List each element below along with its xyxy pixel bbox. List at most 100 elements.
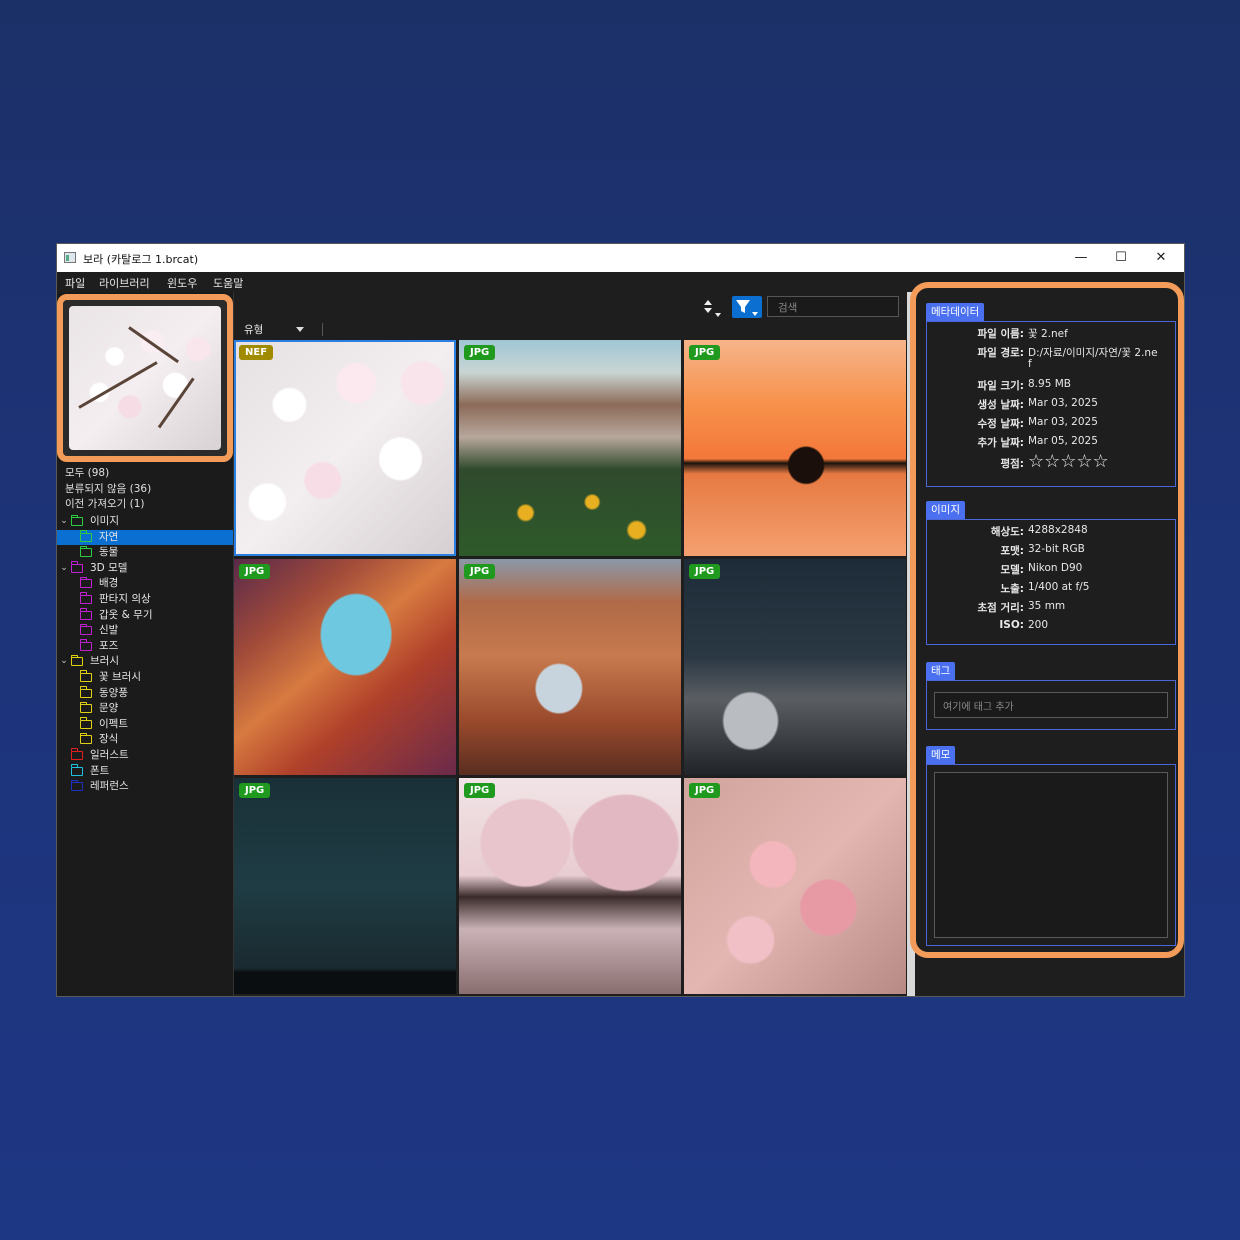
metadata-value: D:/자료/이미지/자연/꽃 2.ne: [1028, 347, 1158, 359]
image-section-tab[interactable]: 이미지: [926, 501, 965, 519]
tree-item-label: 브러시: [90, 655, 119, 668]
library-previous-import[interactable]: 이전 가져오기 (1): [65, 497, 151, 513]
chevron-down-icon[interactable]: ⌄: [59, 654, 69, 670]
tree-item[interactable]: 동물: [57, 545, 233, 561]
image_info-value: 4288x2848: [1028, 524, 1088, 536]
thumbnail-rock-arch[interactable]: JPG: [459, 559, 681, 775]
tree-item[interactable]: 일러스트: [57, 748, 233, 764]
tree-item-label: 일러스트: [90, 748, 129, 761]
menu-library[interactable]: 라이브러리: [99, 275, 150, 291]
tree-item[interactable]: 신발: [57, 623, 233, 639]
window-title: 보라 (카탈로그 1.brcat): [83, 253, 199, 266]
sidebar: 모두 (98) 분류되지 않음 (36) 이전 가져오기 (1) ⌄ 이미지 자연동…: [57, 292, 234, 996]
tree-item[interactable]: 문양: [57, 701, 233, 717]
format-badge: JPG: [239, 564, 271, 579]
tree-item[interactable]: 레퍼런스: [57, 779, 233, 795]
tree-item[interactable]: 동양풍: [57, 686, 233, 702]
folder-icon: [70, 779, 83, 792]
thumbnail-mountain-meadow[interactable]: JPG: [459, 340, 681, 556]
menu-help[interactable]: 도움말: [213, 275, 243, 291]
image_info-key: 모델:: [1000, 564, 1024, 576]
maximize-button[interactable]: ☐: [1103, 248, 1139, 268]
filter-icon: [736, 300, 758, 316]
tree-item[interactable]: 배경: [57, 576, 233, 592]
thumbnail-pink-blossom[interactable]: JPG: [684, 778, 906, 994]
metadata-key: 추가 날짜:: [977, 437, 1025, 449]
tree-item-label: 레퍼런스: [90, 780, 129, 793]
folder-icon: [79, 576, 92, 589]
type-filter-dropdown[interactable]: 유형: [244, 322, 304, 337]
memo-section-tab[interactable]: 메모: [926, 746, 956, 764]
preview-highlight: [57, 294, 233, 462]
library-list: 모두 (98) 분류되지 않음 (36) 이전 가져오기 (1): [65, 466, 151, 513]
content-area: 검색 유형 NEF JPG JPG JPG JPG JPG JPG JPG JPG: [234, 292, 907, 996]
metadata-key: 파일 크기:: [977, 380, 1025, 392]
menu-file[interactable]: 파일: [65, 275, 85, 291]
folder-icon: [79, 717, 92, 729]
tags-section-tab[interactable]: 태그: [926, 662, 956, 680]
metadata-value: Mar 03, 2025: [1028, 397, 1098, 409]
rating-stars[interactable]: ☆☆☆☆☆: [1028, 451, 1109, 472]
folder-tree: ⌄ 이미지 자연 동물 ⌄ 3D 모델 배경 판타지 의상 갑옷 & 무기 신발 포즈 ⌄ 브러시 꽃 브…: [57, 514, 233, 795]
library-all[interactable]: 모두 (98): [65, 466, 151, 482]
tree-item[interactable]: 꽃 브러시: [57, 670, 233, 686]
metadata-value: 8.95 MB: [1028, 378, 1071, 390]
tree-item-label: 포즈: [99, 639, 119, 652]
tree-item[interactable]: 갑옷 & 무기: [57, 608, 233, 624]
tree-item-label: 자연: [99, 530, 119, 543]
metadata-value: Mar 03, 2025: [1028, 416, 1098, 428]
tree-item[interactable]: ⌄ 브러시: [57, 654, 233, 670]
thumbnail-cherry-blossom[interactable]: NEF: [234, 340, 456, 556]
folder-icon: [70, 748, 83, 760]
folder-icon: [79, 545, 92, 558]
metadata-value-wrap: f: [1028, 358, 1032, 370]
metadata-value: Mar 05, 2025: [1028, 435, 1098, 447]
toolbar-divider: [322, 323, 323, 336]
tree-item-label: 3D 모델: [90, 561, 128, 574]
tree-item[interactable]: 폰트: [57, 764, 233, 780]
folder-icon: [79, 592, 92, 604]
tree-item[interactable]: 장식: [57, 732, 233, 748]
minimize-button[interactable]: —: [1063, 248, 1099, 268]
tree-item-label: 갑옷 & 무기: [99, 608, 153, 621]
tree-item[interactable]: ⌄ 3D 모델: [57, 561, 233, 577]
sort-button[interactable]: [703, 298, 729, 318]
tree-item-label: 신발: [99, 624, 119, 637]
tree-item[interactable]: 자연: [57, 529, 233, 546]
chevron-down-icon: [296, 327, 304, 332]
folder-icon: [70, 764, 83, 776]
image_info-value: Nikon D90: [1028, 562, 1083, 574]
folder-icon: [70, 561, 83, 573]
format-badge: JPG: [689, 564, 721, 579]
menu-window[interactable]: 윈도우: [167, 275, 197, 291]
metadata-key: 파일 경로:: [977, 347, 1025, 359]
tree-item[interactable]: 판타지 의상: [57, 592, 233, 608]
folder-icon: [79, 732, 92, 745]
chevron-down-icon[interactable]: ⌄: [59, 561, 69, 577]
metadata-section-tab[interactable]: 메타데이터: [926, 303, 985, 321]
thumbnail-starry-sky[interactable]: JPG: [234, 778, 456, 994]
preview-image: [69, 306, 221, 450]
format-badge: NEF: [239, 345, 274, 360]
library-unsorted[interactable]: 분류되지 않음 (36): [65, 482, 151, 498]
sort-icon: [704, 300, 721, 317]
thumbnail-sunset-island[interactable]: JPG: [684, 340, 906, 556]
tree-item[interactable]: 포즈: [57, 639, 233, 655]
folder-icon: [79, 686, 92, 698]
image_info-value: 35 mm: [1028, 600, 1066, 612]
tree-item[interactable]: 이펙트: [57, 717, 233, 733]
filter-button[interactable]: [732, 296, 762, 318]
memo-textarea[interactable]: [934, 772, 1168, 938]
tree-item[interactable]: ⌄ 이미지: [57, 514, 233, 530]
chevron-down-icon[interactable]: ⌄: [59, 514, 69, 530]
thumbnail-canyon[interactable]: JPG: [234, 559, 456, 775]
folder-icon: [79, 701, 92, 714]
search-input[interactable]: 검색: [767, 296, 899, 317]
close-button[interactable]: ✕: [1143, 248, 1179, 268]
thumbnail-blossom-trees-reflection[interactable]: JPG: [459, 778, 681, 994]
folder-icon: [70, 654, 83, 667]
thumbnail-night-mountain[interactable]: JPG: [684, 559, 906, 775]
tag-input[interactable]: 여기에 태그 추가: [934, 692, 1168, 718]
tree-item-label: 동양풍: [99, 686, 128, 699]
folder-icon: [70, 514, 83, 526]
